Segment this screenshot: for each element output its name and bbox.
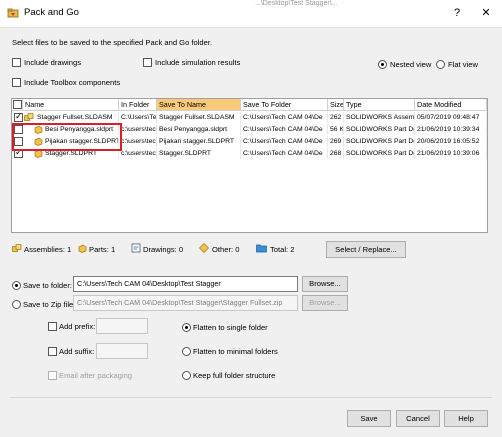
cell-save-to-name[interactable]: Besi Penyangga.sldprt [157, 124, 241, 135]
add-suffix-checkbox[interactable] [48, 347, 57, 356]
cell-in-folder: c:\users\tec [121, 124, 157, 135]
save-to-zip-radio[interactable] [12, 300, 21, 309]
col-date-modified[interactable]: Date Modified [415, 99, 487, 111]
cell-size: 269 [328, 136, 344, 147]
drawing-icon [131, 243, 141, 253]
flatten-minimal-radio[interactable] [182, 347, 191, 356]
nested-view-label: Nested view [390, 60, 432, 69]
flatten-single-label: Flatten to single folder [193, 323, 268, 332]
cell-in-folder: c:\users\tec [121, 136, 157, 147]
assembly-icon [24, 113, 34, 121]
select-replace-button[interactable]: Select / Replace... [326, 241, 406, 258]
drawings-count: Drawings: 0 [143, 245, 184, 254]
col-name[interactable]: Name [23, 99, 119, 111]
total-count: Total: 2 [270, 245, 295, 254]
cell-in-folder: C:\Users\Te [121, 112, 157, 123]
cell-save-to-folder[interactable]: C:\Users\Tech CAM 04\De [241, 136, 328, 147]
add-suffix-label: Add suffix: [59, 347, 95, 356]
part-icon [78, 244, 87, 253]
parts-count: Parts: 1 [89, 245, 116, 254]
cell-size: 56 K [330, 124, 344, 135]
close-button[interactable]: ✕ [474, 4, 498, 22]
background-path-text: ...\Desktop\Test Stagger\... [255, 0, 338, 7]
cell-date: 05/07/2019 09:48:47 [415, 112, 487, 123]
save-to-folder-label: Save to folder: [23, 281, 72, 290]
col-save-to-name[interactable]: Save To Name [157, 99, 241, 111]
include-toolbox-checkbox[interactable] [12, 78, 21, 87]
browse-folder-button[interactable]: Browse... [302, 276, 348, 292]
select-all-checkbox[interactable] [13, 100, 22, 109]
other-count: Other: 0 [212, 245, 240, 254]
window-title: Pack and Go [24, 7, 79, 18]
include-drawings-checkbox[interactable] [12, 58, 21, 67]
cell-save-to-folder[interactable]: C:\Users\Tech CAM 04\De [241, 124, 328, 135]
help-title-button[interactable]: ? [445, 4, 469, 22]
cell-save-to-name[interactable]: Stagger.SLDPRT [157, 148, 241, 159]
browse-zip-button[interactable]: Browse... [302, 295, 348, 311]
nested-view-radio[interactable] [378, 60, 387, 69]
flat-view-label: Flat view [448, 60, 478, 69]
col-type[interactable]: Type [344, 99, 415, 111]
pack-and-go-icon [7, 8, 19, 18]
cell-type: SOLIDWORKS Assemb [346, 112, 415, 123]
cell-save-to-name[interactable]: Stagger Fullset.SLDASM [157, 112, 241, 123]
cell-type: SOLIDWORKS Part Do [346, 124, 415, 135]
zip-file-input[interactable]: C:\Users\Tech CAM 04\Desktop\Test Stagge… [73, 295, 298, 311]
save-to-zip-label: Save to Zip file: [23, 300, 76, 309]
save-to-folder-radio[interactable] [12, 281, 21, 290]
save-button[interactable]: Save [347, 410, 391, 427]
cancel-button[interactable]: Cancel [396, 410, 440, 427]
title-bar: Pack and Go ...\Desktop\Test Stagger\...… [0, 0, 502, 28]
cell-type: SOLIDWORKS Part Do [346, 136, 415, 147]
cell-save-to-folder[interactable]: C:\Users\Tech CAM 04\De [241, 148, 328, 159]
cell-name: Stagger Fullset.SLDASM [35, 112, 119, 123]
instruction-text: Select files to be saved to the specifie… [12, 38, 213, 47]
include-drawings-label: Include drawings [24, 58, 81, 67]
cell-type: SOLIDWORKS Part Do [346, 148, 415, 159]
flat-view-radio[interactable] [436, 60, 445, 69]
flatten-minimal-label: Flatten to minimal folders [193, 347, 278, 356]
include-simulation-checkbox[interactable] [143, 58, 152, 67]
include-simulation-label: Include simulation results [155, 58, 241, 67]
cell-in-folder: c:\users\tec [121, 148, 157, 159]
add-prefix-label: Add prefix: [59, 322, 96, 331]
cell-size: 262 [328, 112, 344, 123]
assemblies-count: Assemblies: 1 [24, 245, 72, 254]
save-folder-input[interactable]: C:\Users\Tech CAM 04\Desktop\Test Stagge… [73, 276, 298, 292]
email-after-packaging-label: Email after packaging [59, 371, 133, 380]
assembly-icon [12, 244, 22, 252]
cell-date: 21/06/2019 10:39:06 [415, 148, 487, 159]
annotation-highlight-box [12, 123, 122, 151]
folder-icon [256, 244, 267, 253]
include-toolbox-label: Include Toolbox components [24, 78, 121, 87]
row-checkbox[interactable] [14, 111, 23, 122]
divider [10, 397, 492, 398]
cell-date: 20/06/2019 16:05:52 [415, 136, 487, 147]
help-button[interactable]: Help [444, 410, 488, 427]
keep-full-structure-label: Keep full folder structure [193, 371, 276, 380]
col-save-to-folder[interactable]: Save To Folder [241, 99, 328, 111]
email-after-packaging-checkbox[interactable] [48, 371, 57, 380]
flatten-single-radio[interactable] [182, 323, 191, 332]
file-table[interactable]: Name In Folder Save To Name Save To Fold… [11, 98, 488, 233]
col-in-folder[interactable]: In Folder [119, 99, 157, 111]
cell-size: 268 [328, 148, 344, 159]
keep-full-structure-radio[interactable] [182, 371, 191, 380]
other-icon [199, 243, 209, 253]
add-prefix-checkbox[interactable] [48, 322, 57, 331]
cell-date: 21/06/2019 10:39:34 [415, 124, 487, 135]
cell-save-to-name[interactable]: Pijakan stagger.SLDPRT [157, 136, 241, 147]
prefix-input[interactable] [96, 318, 148, 334]
table-row[interactable]: Stagger Fullset.SLDASM C:\Users\Te Stagg… [12, 111, 487, 123]
suffix-input[interactable] [96, 343, 148, 359]
col-size[interactable]: Size [328, 99, 344, 111]
cell-save-to-folder[interactable]: C:\Users\Tech CAM 04\De [241, 112, 328, 123]
select-all-header[interactable] [12, 99, 23, 111]
